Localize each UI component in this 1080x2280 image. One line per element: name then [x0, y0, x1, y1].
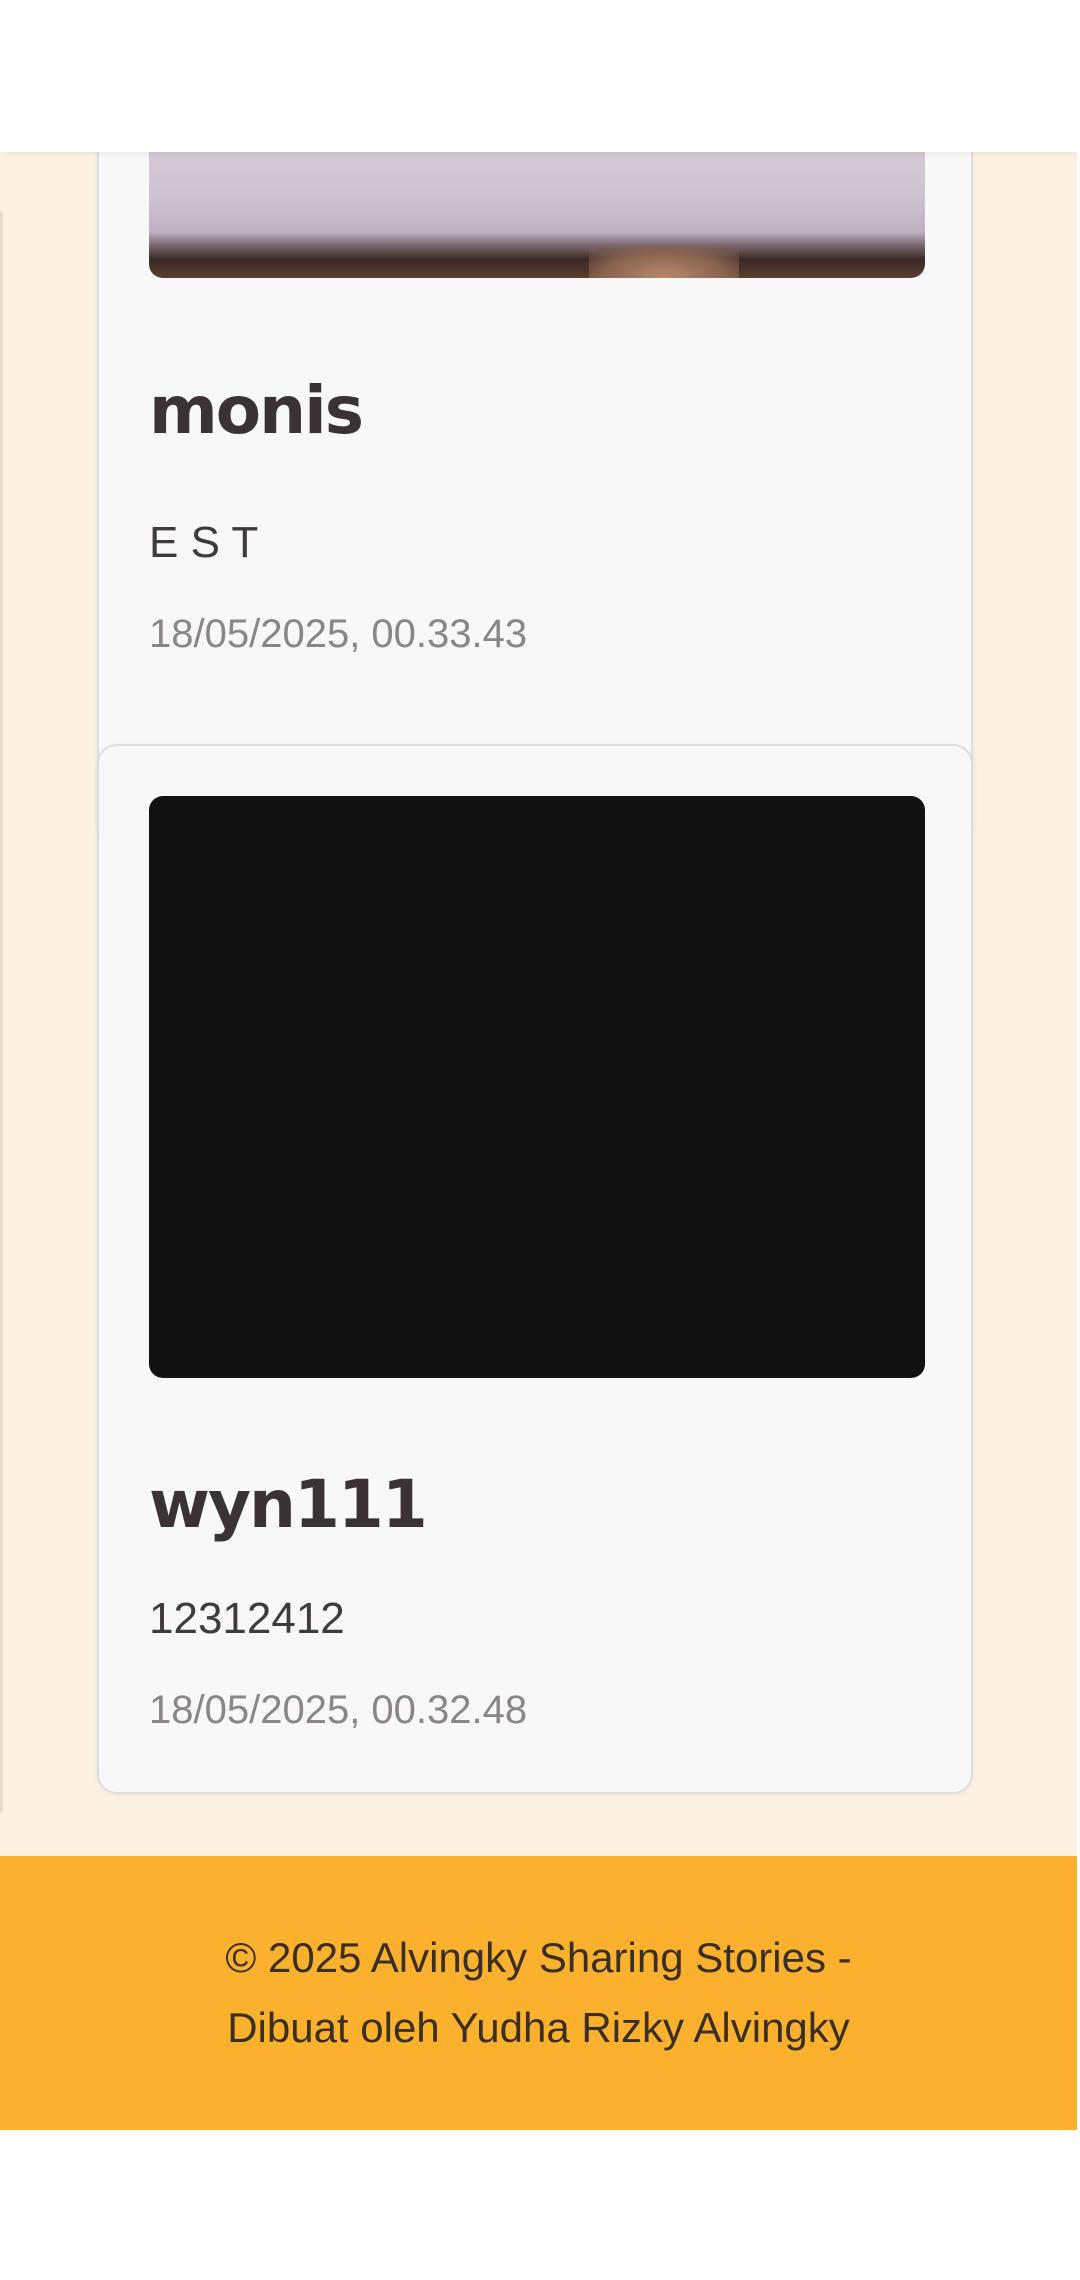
footer-credit: © 2025 Alvingky Sharing Stories - Dibuat… — [109, 1923, 969, 2063]
story-description: 12312412 — [149, 1594, 345, 1643]
page-footer: © 2025 Alvingky Sharing Stories - Dibuat… — [0, 1856, 1077, 2130]
story-photo[interactable] — [149, 796, 925, 1378]
story-timestamp: 18/05/2025, 00.33.43 — [149, 612, 528, 656]
story-photo[interactable] — [149, 152, 925, 278]
drawer-edge — [0, 212, 3, 1812]
story-author: monis — [149, 372, 364, 449]
footer-author: Dibuat oleh Yudha Rizky Alvingky — [227, 2004, 850, 2051]
bottom-blank-area — [0, 2130, 1080, 2280]
story-feed[interactable]: monis E S T 18/05/2025, 00.33.43 wyn111 … — [0, 152, 1077, 1856]
top-bar — [0, 0, 1080, 152]
story-timestamp: 18/05/2025, 00.32.48 — [149, 1688, 528, 1732]
footer-copyright: © 2025 Alvingky Sharing Stories - — [225, 1934, 852, 1981]
story-card[interactable]: wyn111 12312412 18/05/2025, 00.32.48 — [97, 744, 973, 1794]
story-card[interactable]: monis E S T 18/05/2025, 00.33.43 — [97, 152, 973, 842]
story-author: wyn111 — [149, 1466, 428, 1543]
story-description: E S T — [149, 518, 259, 567]
